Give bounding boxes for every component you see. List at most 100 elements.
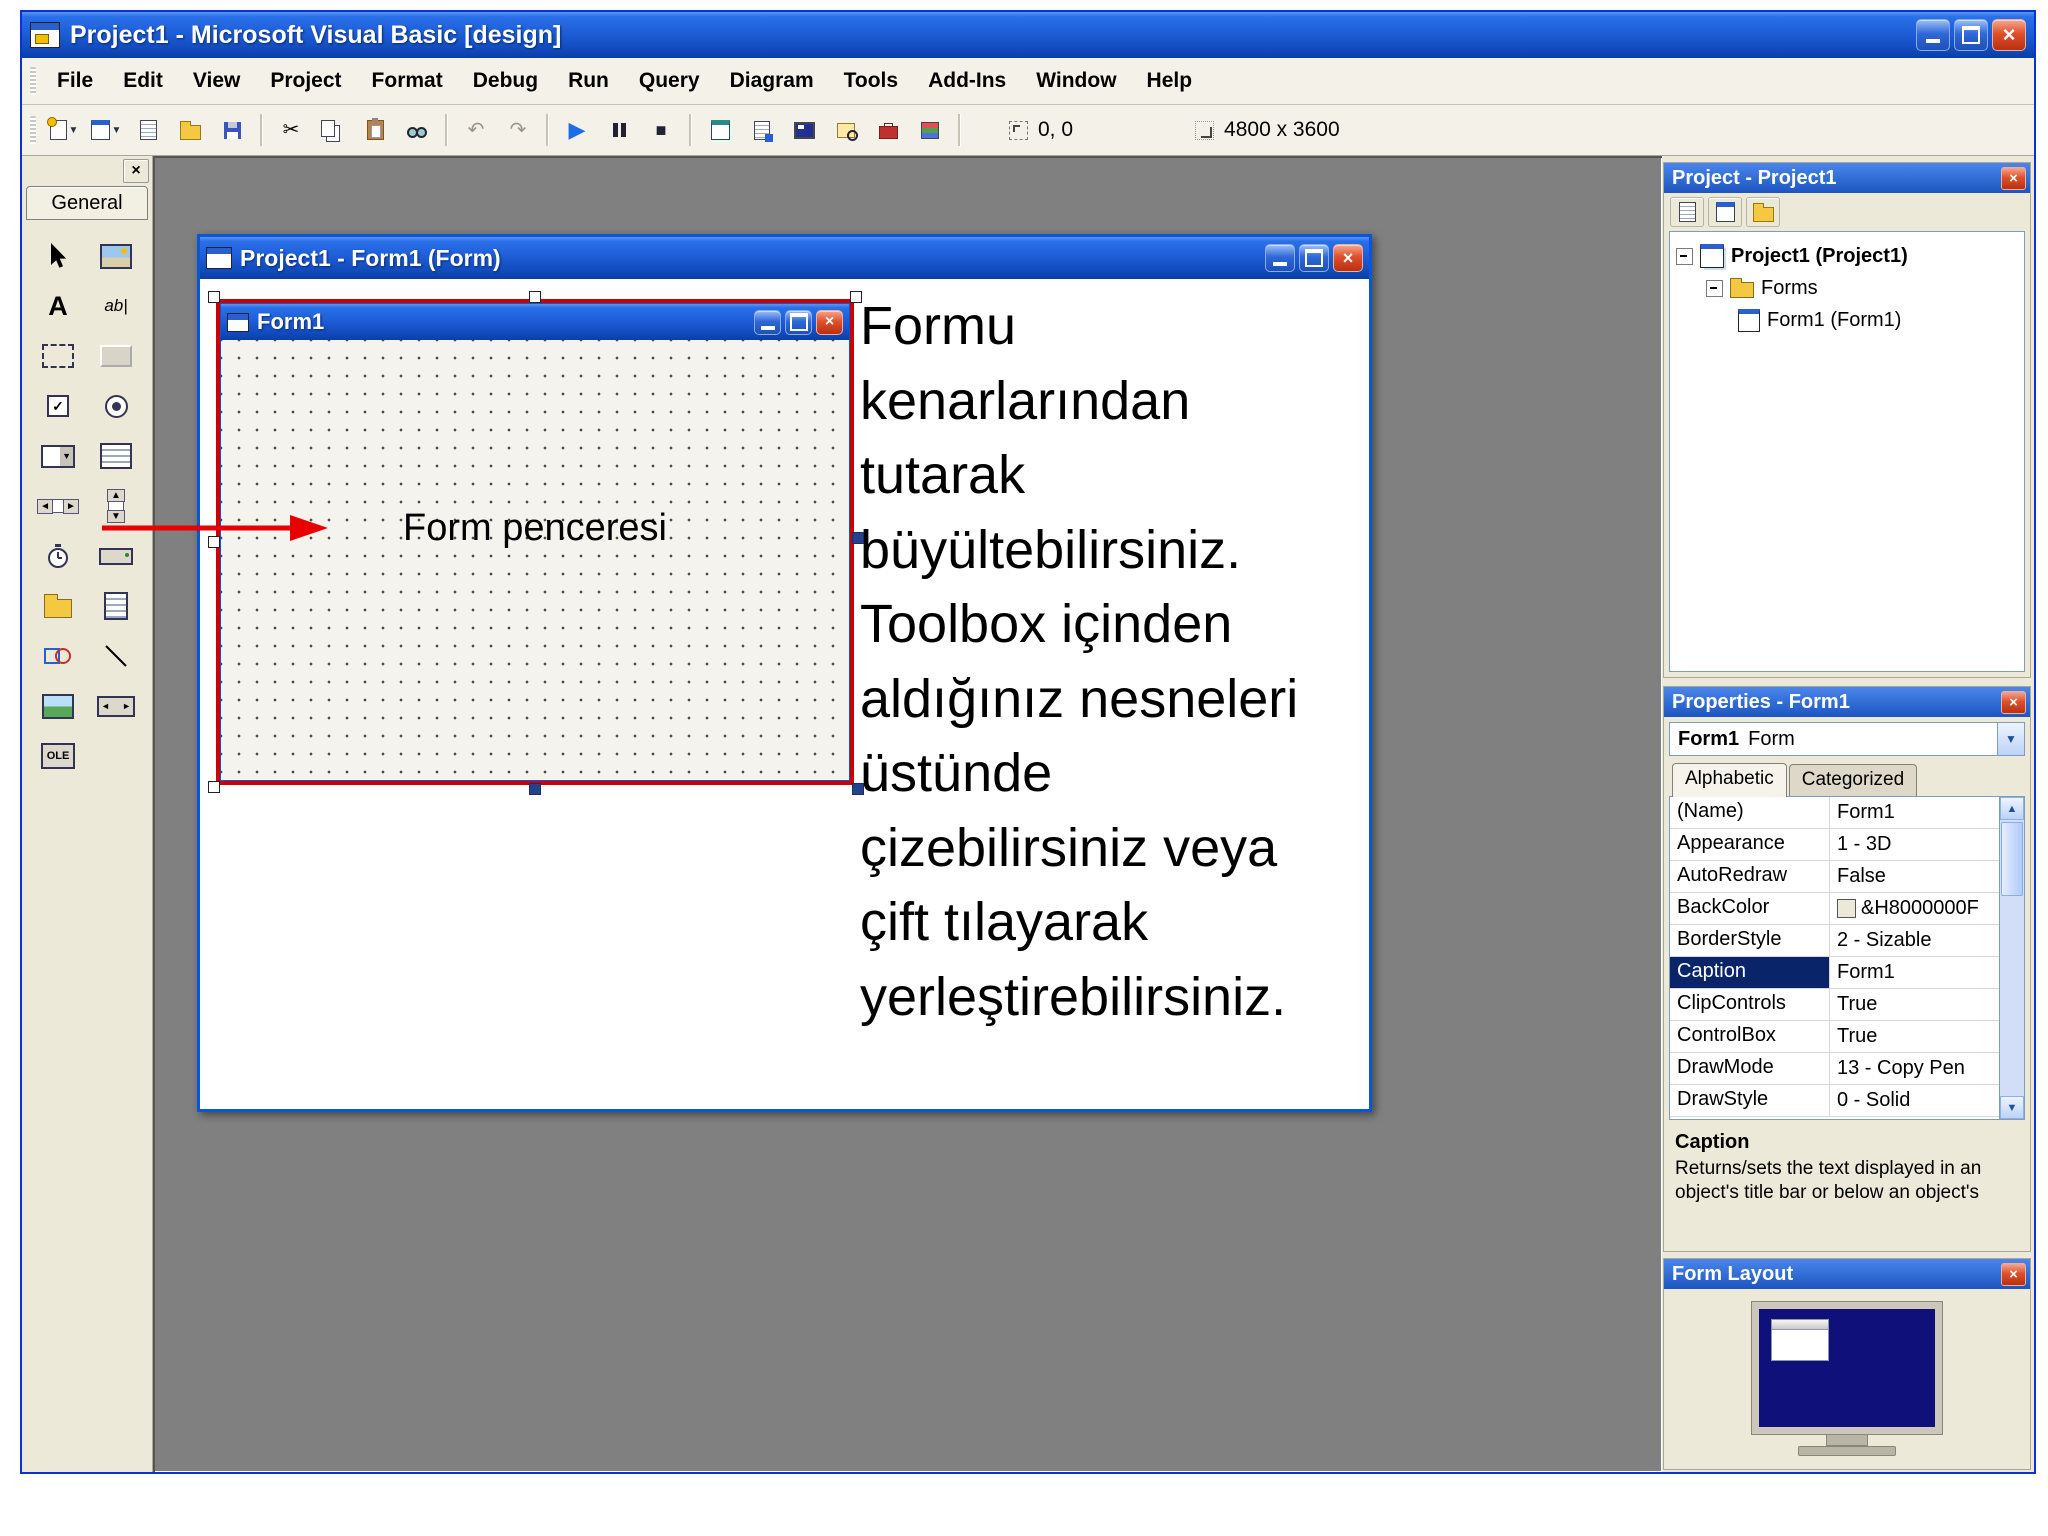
form-layout-close-button[interactable]: × [2001, 1262, 2026, 1286]
textbox-tool[interactable]: ab| [91, 285, 141, 327]
resize-handle-top-right[interactable] [850, 291, 862, 303]
copy-button[interactable] [313, 110, 353, 150]
properties-window-button[interactable] [742, 110, 782, 150]
close-button[interactable]: × [1992, 19, 2026, 51]
designer-minimize-button[interactable] [1265, 244, 1295, 272]
form1-close-button[interactable]: × [816, 309, 843, 335]
add-form-button[interactable]: ▼ [86, 110, 126, 150]
form-design-grid[interactable]: Form penceresi [221, 340, 849, 780]
listbox-tool[interactable] [91, 435, 141, 477]
toolbox-close-button[interactable]: × [123, 159, 149, 183]
property-row-borderstyle[interactable]: BorderStyle 2 - Sizable [1670, 925, 1999, 957]
start-button[interactable]: ▶ [557, 110, 597, 150]
resize-handle-bottom-right[interactable] [852, 783, 864, 795]
picturebox-tool[interactable] [91, 235, 141, 277]
toolbar-grip[interactable] [30, 116, 36, 144]
properties-scrollbar[interactable]: ▲ ▼ [1999, 797, 2024, 1119]
redo-button[interactable]: ↷ [498, 110, 538, 150]
scroll-down-button[interactable]: ▼ [2000, 1096, 2024, 1119]
resize-handle-right-middle[interactable] [852, 532, 864, 544]
frame-tool[interactable] [33, 335, 83, 377]
dirlistbox-tool[interactable] [33, 585, 83, 627]
menu-format[interactable]: Format [357, 63, 458, 99]
view-code-button[interactable] [1670, 197, 1704, 227]
scrollbar-thumb[interactable] [2001, 822, 2023, 896]
line-tool[interactable] [91, 635, 141, 677]
scroll-up-button[interactable]: ▲ [2000, 797, 2024, 820]
tab-alphabetic[interactable]: Alphabetic [1672, 763, 1787, 797]
property-row-appearance[interactable]: Appearance 1 - 3D [1670, 829, 1999, 861]
object-selector[interactable]: Form1 Form ▼ [1669, 722, 2025, 756]
properties-header[interactable]: Properties - Form1 × [1664, 687, 2030, 717]
data-view-button[interactable] [910, 110, 950, 150]
object-selector-dropdown-button[interactable]: ▼ [1997, 723, 2024, 755]
collapse-icon[interactable] [1676, 247, 1693, 265]
menubar-grip[interactable] [30, 67, 36, 95]
view-object-button[interactable] [1708, 197, 1742, 227]
menu-file[interactable]: File [42, 63, 108, 99]
form-layout-header[interactable]: Form Layout × [1664, 1259, 2030, 1289]
form-layout-window-button[interactable] [784, 110, 824, 150]
break-button[interactable] [599, 110, 639, 150]
ole-tool[interactable]: OLE [33, 735, 83, 777]
property-row-caption[interactable]: Caption Form1 [1670, 957, 1999, 989]
project-explorer-close-button[interactable]: × [2001, 166, 2026, 190]
cut-button[interactable]: ✂ [271, 110, 311, 150]
collapse-icon[interactable] [1706, 279, 1723, 297]
layout-form-thumbnail[interactable] [1771, 1319, 1829, 1361]
optionbutton-tool[interactable] [91, 385, 141, 427]
resize-handle-bottom-left[interactable] [208, 781, 220, 793]
find-button[interactable] [397, 110, 437, 150]
end-button[interactable]: ■ [641, 110, 681, 150]
tree-item-forms-folder[interactable]: Forms [1706, 272, 2018, 304]
menu-window[interactable]: Window [1021, 63, 1131, 99]
timer-tool[interactable] [33, 535, 83, 577]
filelistbox-tool[interactable] [91, 585, 141, 627]
property-row-autoredraw[interactable]: AutoRedraw False [1670, 861, 1999, 893]
data-tool[interactable]: ◄ ► [91, 685, 141, 727]
toolbox-button[interactable] [868, 110, 908, 150]
add-project-button[interactable]: ▼ [44, 110, 84, 150]
menu-editor-button[interactable] [128, 110, 168, 150]
label-tool[interactable]: A [33, 285, 83, 327]
undo-button[interactable]: ↶ [456, 110, 496, 150]
pointer-tool[interactable] [33, 235, 83, 277]
object-browser-button[interactable] [826, 110, 866, 150]
designer-maximize-button[interactable] [1299, 244, 1329, 272]
project-explorer-button[interactable] [700, 110, 740, 150]
save-project-button[interactable] [212, 110, 252, 150]
menu-run[interactable]: Run [553, 63, 624, 99]
app-titlebar[interactable]: Project1 - Microsoft Visual Basic [desig… [22, 12, 2034, 58]
tree-item-project[interactable]: Project1 (Project1) [1676, 240, 2018, 272]
property-row-clipcontrols[interactable]: ClipControls True [1670, 989, 1999, 1021]
property-row-backcolor[interactable]: BackColor &H8000000F [1670, 893, 1999, 925]
menu-view[interactable]: View [178, 63, 255, 99]
designer-close-button[interactable]: × [1333, 244, 1363, 272]
tab-categorized[interactable]: Categorized [1788, 764, 1918, 796]
image-tool[interactable] [33, 685, 83, 727]
resize-handle-bottom-center[interactable] [529, 783, 541, 795]
project-explorer-header[interactable]: Project - Project1 × [1664, 163, 2030, 193]
property-row-name[interactable]: (Name) Form1 [1670, 797, 1999, 829]
form1-maximize-button[interactable] [785, 309, 812, 335]
toggle-folders-button[interactable] [1746, 197, 1780, 227]
resize-handle-top-center[interactable] [529, 291, 541, 303]
menu-edit[interactable]: Edit [108, 63, 178, 99]
resize-handle-top-left[interactable] [208, 291, 220, 303]
open-project-button[interactable] [170, 110, 210, 150]
hscrollbar-tool[interactable]: ◄ ► [33, 485, 83, 527]
form1-minimize-button[interactable] [754, 309, 781, 335]
form1-titlebar[interactable]: Form1 × [221, 304, 849, 340]
combobox-tool[interactable]: ▼ [33, 435, 83, 477]
menu-diagram[interactable]: Diagram [715, 63, 829, 99]
tree-item-form1[interactable]: Form1 (Form1) [1738, 304, 2018, 336]
checkbox-tool[interactable]: ✓ [33, 385, 83, 427]
menu-project[interactable]: Project [255, 63, 356, 99]
paste-button[interactable] [355, 110, 395, 150]
property-row-drawstyle[interactable]: DrawStyle 0 - Solid [1670, 1085, 1999, 1117]
commandbutton-tool[interactable] [91, 335, 141, 377]
designer-titlebar[interactable]: Project1 - Form1 (Form) × [200, 237, 1369, 279]
toolbox-tab-general[interactable]: General [26, 186, 148, 220]
menu-addins[interactable]: Add-Ins [913, 63, 1021, 99]
property-row-controlbox[interactable]: ControlBox True [1670, 1021, 1999, 1053]
